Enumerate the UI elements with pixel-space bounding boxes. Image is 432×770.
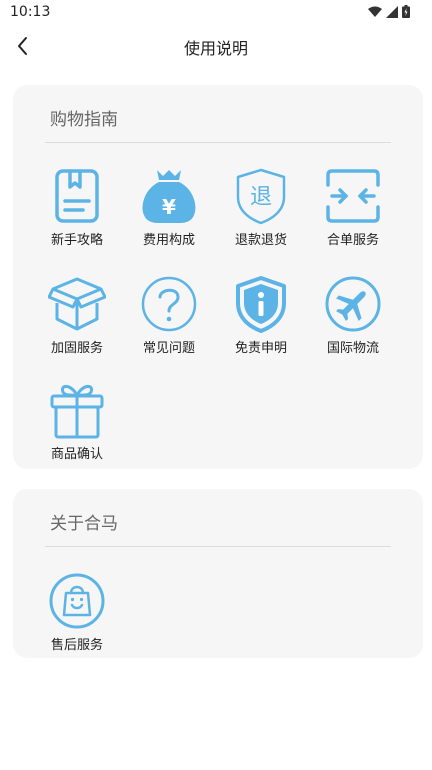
section-divider	[45, 546, 391, 547]
merge-order-icon	[326, 169, 380, 223]
status-icons	[368, 5, 410, 18]
status-bar: 10:13	[0, 0, 432, 26]
info-shield-icon	[236, 276, 286, 333]
money-bag-icon: ¥	[142, 170, 196, 223]
guide-item-confirm[interactable]: 商品确认	[32, 381, 122, 471]
item-label: 退款退货	[234, 233, 287, 248]
gift-icon	[50, 384, 104, 439]
guide-book-icon	[55, 169, 99, 223]
guide-item-reinforce[interactable]: 加固服务	[32, 275, 122, 365]
section-divider	[45, 142, 391, 143]
shopping-guide-card: 购物指南 新手攻略 ¥ 费用构成 退 退款退货 合单服务 加固服务 常见问题 免…	[13, 85, 423, 469]
shopping-bag-icon	[49, 573, 105, 629]
item-label: 售后服务	[50, 638, 103, 653]
item-label: 常见问题	[142, 341, 195, 356]
guide-item-refund[interactable]: 退 退款退货	[216, 167, 306, 257]
guide-item-logistics[interactable]: 国际物流	[308, 275, 398, 365]
item-label: 新手攻略	[50, 233, 103, 248]
status-time: 10:13	[10, 4, 51, 20]
guide-item-faq[interactable]: 常见问题	[124, 275, 214, 365]
item-label: 费用构成	[142, 233, 195, 248]
item-label: 商品确认	[50, 447, 103, 462]
guide-item-merge[interactable]: 合单服务	[308, 167, 398, 257]
item-label: 合单服务	[326, 233, 379, 248]
question-icon	[141, 276, 197, 332]
guide-item-fees[interactable]: ¥ 费用构成	[124, 167, 214, 257]
signal-icon	[386, 5, 398, 18]
top-bar: 使用说明	[0, 26, 432, 66]
battery-icon	[402, 5, 410, 18]
section-title: 购物指南	[50, 110, 118, 130]
page-title: 使用说明	[183, 39, 248, 58]
guide-item-newbie[interactable]: 新手攻略	[32, 167, 122, 257]
about-item-after-sales[interactable]: 售后服务	[32, 572, 122, 662]
item-label: 免责申明	[234, 341, 287, 356]
item-label: 国际物流	[326, 341, 379, 356]
item-label: 加固服务	[50, 341, 103, 356]
about-card: 关于合马 售后服务	[13, 489, 423, 658]
svg-text:退: 退	[250, 185, 272, 210]
guide-item-disclaimer[interactable]: 免责申明	[216, 275, 306, 365]
wifi-icon	[368, 6, 382, 17]
refund-shield-icon: 退	[236, 168, 286, 225]
package-box-icon	[48, 277, 106, 331]
svg-text:¥: ¥	[162, 195, 176, 219]
airplane-icon	[325, 276, 381, 332]
section-title: 关于合马	[50, 514, 118, 534]
